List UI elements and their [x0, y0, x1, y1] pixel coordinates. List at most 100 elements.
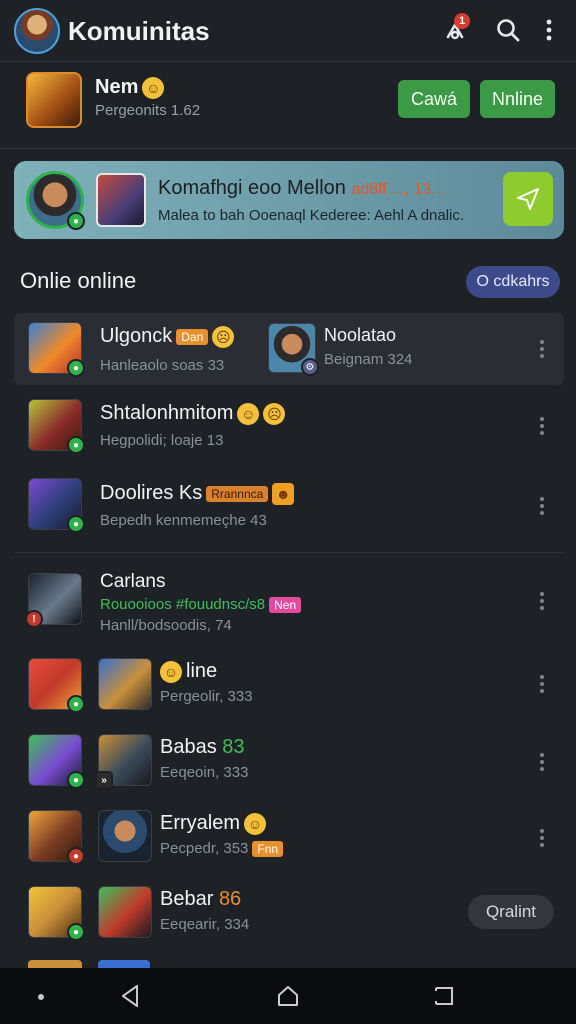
- item-name: Shtalonhmitom ☺ ☹: [100, 402, 286, 425]
- item-status: Rouooioos #fouudnsc/s8 Nen: [100, 596, 302, 614]
- list-item[interactable]: ! Carlans Rouooioos #fouudnsc/s8 Nen Hanl…: [14, 563, 564, 643]
- online-status-icon: ●: [67, 515, 85, 533]
- recents-icon[interactable]: [432, 985, 456, 1007]
- game-icon: ●: [28, 478, 85, 533]
- friend-avatar: [98, 960, 150, 968]
- game-icon: ●: [28, 322, 85, 377]
- status-icon: !: [25, 610, 43, 628]
- section-filter-pill[interactable]: O cdkahrs: [466, 266, 560, 298]
- friend-avatar: [98, 810, 152, 862]
- emoji-icon: ☺: [160, 660, 182, 683]
- group-name: Nem ☺: [95, 76, 165, 99]
- online-status-icon: ●: [67, 212, 85, 230]
- banner-title: Komafhgi eoo Mellon ad8ff ..., 13...: [158, 177, 445, 199]
- game-icon: ●: [28, 886, 85, 941]
- item-name: Babas 83: [160, 736, 245, 758]
- friend-avatar: ⚙: [268, 323, 319, 376]
- friend-name: Noolatao: [324, 325, 397, 345]
- system-nav-bar: [0, 968, 576, 1024]
- game-icon: ●: [28, 810, 85, 865]
- section-title: Onlie online: [20, 268, 137, 293]
- list-item[interactable]: ● Ulgonck Dan ☹ Hanleaolo soas 33 ⚙ Noolat…: [14, 313, 564, 385]
- list-item[interactable]: ● Shtalonhmitom ☺ ☹ Hegpolidi; loaje 13: [14, 392, 564, 464]
- game-icon: !: [25, 573, 82, 628]
- emoji-icon: ☺: [237, 402, 260, 425]
- search-icon: [497, 19, 520, 42]
- tag-badge: Fnn: [252, 841, 284, 858]
- group-avatar[interactable]: [26, 72, 82, 128]
- online-status-icon: ●: [67, 695, 85, 713]
- game-icon: ●: [28, 734, 85, 789]
- row-more-button[interactable]: [532, 589, 552, 613]
- row-more-button[interactable]: [532, 826, 552, 850]
- banner-title-highlight: ad8ff ..., 13...: [351, 181, 445, 198]
- online-action-button[interactable]: Qralint: [468, 895, 554, 929]
- more-options-button[interactable]: [532, 13, 566, 47]
- item-subtitle: Hegpolidi; loaje 13: [100, 432, 224, 449]
- list-item[interactable]: ● » Babas 83 Eeqeoin, 333: [14, 728, 564, 798]
- send-icon: [517, 188, 539, 210]
- status-icon: ●: [67, 847, 85, 865]
- group-subtitle: Pergeonits 1.62: [95, 102, 201, 119]
- online-status-icon: ●: [67, 436, 85, 454]
- row-more-button[interactable]: [532, 672, 552, 696]
- banner-subtitle: Malea to bah Ooenaql Kederee: Aehl A dna…: [158, 207, 465, 224]
- more-vertical-icon: [546, 19, 552, 41]
- emoji-icon: ☹: [263, 402, 286, 425]
- friend-avatar: [98, 886, 152, 938]
- row-more-button[interactable]: [532, 337, 552, 361]
- item-name: Carlans: [100, 571, 166, 592]
- item-name: Ulgonck Dan ☹: [100, 325, 235, 348]
- search-button[interactable]: [491, 13, 525, 47]
- tag-badge: Rrannnca: [206, 485, 269, 502]
- online-button[interactable]: Nnline: [480, 80, 555, 118]
- emoji-icon: ☹: [212, 325, 235, 348]
- smile-emoji-icon: ☺: [142, 76, 165, 99]
- emoji-icon: ☻: [272, 482, 295, 505]
- item-name: Bebar 86: [160, 888, 242, 910]
- list-item[interactable]: ● Doolires Ks Rrannnca ☻ Bepedh kenmemeçhe…: [14, 472, 564, 544]
- divider: [0, 148, 576, 149]
- online-status-icon: ●: [67, 359, 85, 377]
- row-more-button[interactable]: [532, 494, 552, 518]
- tag-badge: Dan: [176, 328, 209, 345]
- item-name: ☺ line: [160, 660, 217, 683]
- send-button[interactable]: [503, 172, 553, 226]
- app-header: Komuinitas 1: [0, 0, 576, 62]
- back-icon[interactable]: [118, 983, 142, 1009]
- home-icon[interactable]: [276, 984, 300, 1008]
- list-item[interactable]: ● ☺ line Pergeolir, 333: [14, 650, 564, 720]
- promo-banner[interactable]: ● Komafhgi eoo Mellon ad8ff ..., 13... M…: [14, 161, 564, 239]
- profile-avatar[interactable]: [14, 8, 60, 54]
- banner-user-avatar: ●: [26, 171, 85, 230]
- primary-action-button[interactable]: Cawá: [398, 80, 470, 118]
- dot-icon: [38, 994, 44, 1000]
- divider: [14, 552, 564, 553]
- item-subtitle: Bepedh kenmemeçhe 43: [100, 512, 267, 529]
- item-name: Erryalem ☺: [160, 812, 267, 835]
- item-subtitle: Pecpedr, 353 Fnn: [160, 840, 284, 858]
- game-icon: ●: [28, 399, 85, 454]
- item-subtitle: Hanleaolo soas 33: [100, 357, 225, 374]
- item-subtitle: Hanll/bodsoodis, 74: [100, 617, 232, 634]
- item-name: Doolires Ks Rrannnca ☻: [100, 482, 295, 505]
- list-item[interactable]: ● Erryalem ☺ Pecpedr, 353 Fnn: [14, 806, 564, 878]
- page-title: Komuinitas: [68, 16, 210, 46]
- level-icon: »: [95, 771, 113, 789]
- friend-subtitle: Beignam 324: [324, 351, 413, 368]
- tag-badge: Nen: [269, 597, 302, 614]
- row-more-button[interactable]: [532, 750, 552, 774]
- friend-avatar: [98, 658, 152, 710]
- notification-badge: 1: [454, 13, 470, 29]
- item-subtitle: Pergeolir, 333: [160, 688, 253, 705]
- emoji-icon: ☺: [244, 812, 267, 835]
- online-status-icon: ●: [67, 923, 85, 941]
- banner-game-avatar: [96, 173, 146, 227]
- online-status-icon: ●: [67, 771, 85, 789]
- row-more-button[interactable]: [532, 414, 552, 438]
- game-icon: [28, 960, 82, 968]
- friend-avatar: »: [95, 734, 152, 789]
- status-icon: ⚙: [301, 358, 319, 376]
- notification-button[interactable]: 1: [438, 13, 472, 47]
- game-icon: ●: [28, 658, 85, 713]
